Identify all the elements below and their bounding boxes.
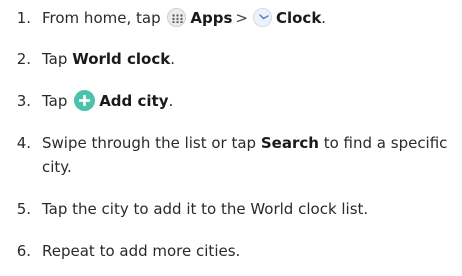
step-number: 4. xyxy=(16,134,31,152)
instruction-steps: 1. From home, tap Apps > Clock. 2. Tap Wo… xyxy=(0,0,462,276)
step-1: 1. From home, tap Apps > Clock. xyxy=(0,6,458,30)
apps-label: Apps xyxy=(190,9,233,27)
search-label: Search xyxy=(260,134,319,152)
add-city-label: Add city xyxy=(99,92,169,110)
step-number: 2. xyxy=(16,50,31,68)
clock-label: Clock xyxy=(275,9,322,27)
step-5: 5. Tap the city to add it to the World c… xyxy=(0,197,458,221)
step-number: 5. xyxy=(16,200,31,218)
step-3: 3. Tap Add city. xyxy=(0,89,458,113)
step-number: 3. xyxy=(16,92,31,110)
add-circle-icon xyxy=(74,90,96,111)
step-text: Swipe through the list or tap xyxy=(42,134,257,152)
step-text: Tap xyxy=(42,50,68,68)
chevron-separator: > xyxy=(235,9,248,27)
step-6: 6. Repeat to add more cities. xyxy=(0,239,458,263)
step-number: 6. xyxy=(16,242,31,260)
step-text: Tap the city to add it to the World cloc… xyxy=(42,200,369,218)
step-number: 1. xyxy=(16,9,31,27)
step-text: Repeat to add more cities. xyxy=(42,242,241,260)
step-2: 2. Tap World clock. xyxy=(0,47,458,71)
step-text: Tap xyxy=(42,92,68,110)
step-text: From home, tap xyxy=(42,9,161,27)
step-4: 4. Swipe through the list or tap Search … xyxy=(0,131,458,179)
clock-app-icon xyxy=(252,8,272,27)
apps-grid-icon xyxy=(167,8,187,27)
world-clock-label: World clock xyxy=(72,50,171,68)
